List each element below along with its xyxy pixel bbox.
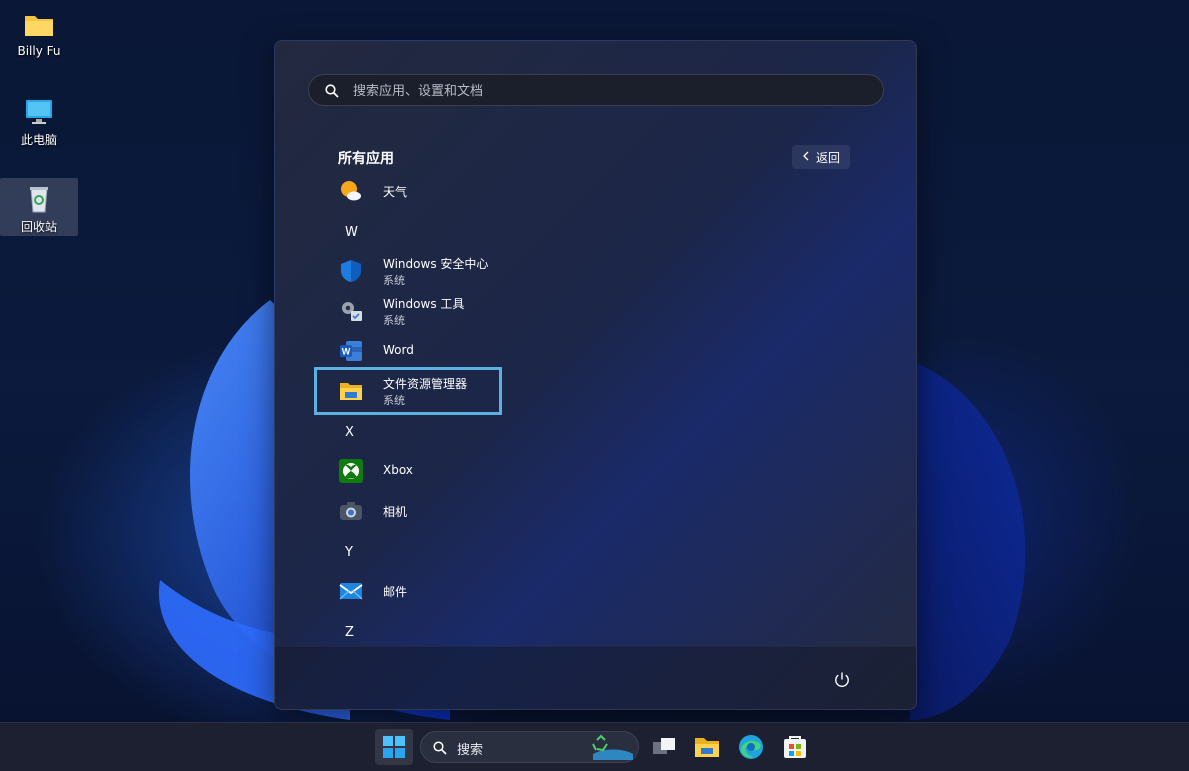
taskbar: 搜索 [0,722,1189,771]
app-name: Windows 安全中心 [383,255,488,272]
folder-icon [339,379,363,403]
app-item-windows-tools[interactable]: Windows 工具 系统 [315,291,501,331]
app-item-windows-security[interactable]: Windows 安全中心 系统 [315,251,501,291]
desktop-icon-label: Billy Fu [0,44,78,58]
group-letter-y[interactable]: Y [345,545,353,560]
app-name: 文件资源管理器 [383,375,467,392]
app-item-weather[interactable]: 天气 [315,171,501,211]
start-button[interactable] [375,729,413,765]
app-name: 天气 [383,183,407,200]
app-subtitle: 系统 [383,312,405,328]
app-name: 相机 [383,503,407,520]
start-search-box[interactable] [308,74,884,106]
group-letter-z[interactable]: Z [345,625,354,640]
app-item-word[interactable]: W Word [315,331,501,371]
search-highlight-icon [583,734,635,764]
monitor-icon [23,97,55,127]
desktop-icon-user-folder[interactable]: Billy Fu [0,4,78,62]
app-subtitle: 系统 [383,272,405,288]
app-item-xbox[interactable]: Xbox [315,451,501,491]
start-menu: 所有应用 返回 天气 W Windows 安全中心 系统 Windows 工具 … [274,40,917,710]
taskbar-file-explorer[interactable] [693,733,721,761]
mail-icon [339,579,363,603]
app-item-mail[interactable]: 邮件 [315,571,501,611]
app-name: Windows 工具 [383,295,464,312]
store-icon [781,746,809,765]
app-item-camera[interactable]: 相机 [315,491,501,531]
folder-icon [693,746,721,765]
power-button[interactable] [833,671,851,689]
search-icon [325,83,339,102]
recycle-bin-icon [23,184,55,214]
task-view-icon [650,746,678,765]
app-name: Xbox [383,463,413,477]
xbox-icon [339,459,363,483]
all-apps-title: 所有应用 [338,148,394,168]
weather-icon [339,179,363,203]
search-icon [433,740,447,759]
word-icon: W [339,339,363,363]
back-button-label: 返回 [816,149,840,166]
app-name: 邮件 [383,583,407,600]
folder-icon [23,10,55,40]
app-name: Word [383,343,414,357]
chevron-left-icon [802,150,810,164]
windows-logo-icon [383,736,405,762]
power-icon [833,674,851,693]
desktop-icon-this-pc[interactable]: 此电脑 [0,91,78,149]
desktop-icon-recycle-bin[interactable]: 回收站 [0,178,78,236]
group-letter-w[interactable]: W [345,225,358,240]
taskbar-task-view[interactable] [650,733,678,761]
svg-text:W: W [342,347,351,357]
taskbar-search-label: 搜索 [457,739,483,758]
group-letter-x[interactable]: X [345,425,354,440]
app-subtitle: 系统 [383,392,405,408]
shield-icon [339,259,363,283]
edge-icon [737,746,765,765]
back-button[interactable]: 返回 [792,145,850,169]
start-menu-footer [275,646,916,710]
app-item-file-explorer[interactable]: 文件资源管理器 系统 [314,367,502,415]
taskbar-edge[interactable] [737,733,765,761]
start-search-input[interactable] [351,75,865,107]
taskbar-store[interactable] [781,733,809,761]
desktop-icon-label: 回收站 [0,218,78,235]
desktop-icon-label: 此电脑 [0,131,78,148]
camera-icon [339,499,363,523]
taskbar-search[interactable]: 搜索 [420,731,639,763]
gear-icon [339,299,363,323]
